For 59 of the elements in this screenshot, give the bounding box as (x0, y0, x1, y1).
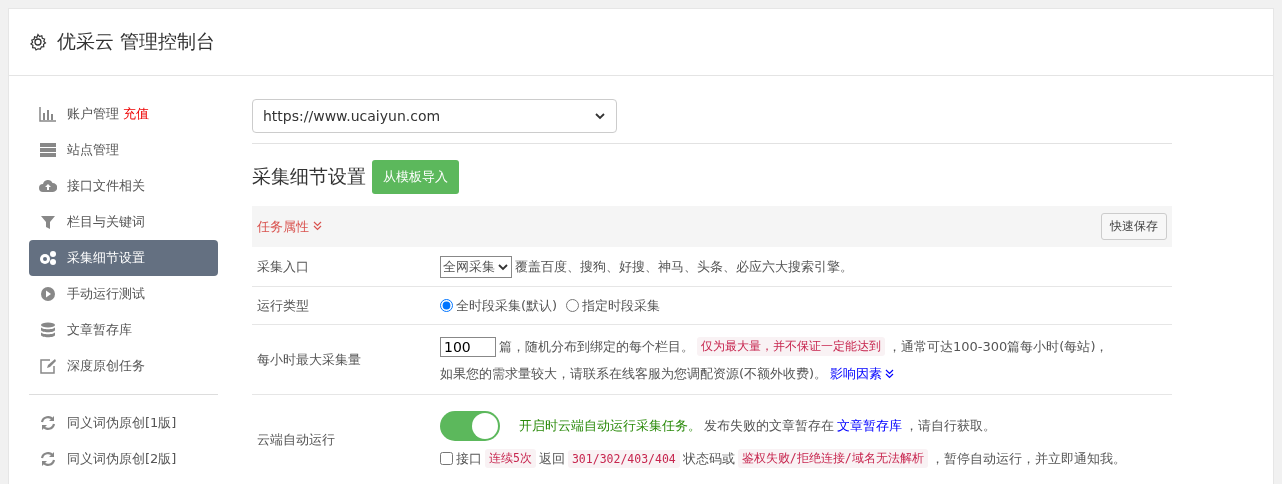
bar-chart-icon (39, 106, 57, 122)
sidebar-item[interactable]: 同义词伪原创[2版] (29, 441, 218, 477)
sidebar-item[interactable]: 手动运行测试 (29, 276, 218, 312)
sidebar-item[interactable]: 栏目与关键词 (29, 204, 218, 240)
caret-icon (497, 261, 509, 272)
quick-save-button[interactable]: 快速保存 (1101, 213, 1167, 240)
site-select[interactable]: https://www.ucaiyun.com (252, 99, 617, 133)
notify-text: 返回 (538, 449, 565, 468)
console-title: 优采云 管理控制台 (57, 29, 216, 54)
panel-toggle[interactable]: 任务属性 (257, 217, 323, 236)
storage-link[interactable]: 文章暂存库 (837, 417, 902, 435)
refresh-icon (39, 415, 57, 431)
server-icon (39, 142, 57, 158)
sidebar-item[interactable]: 采集细节设置 (29, 240, 218, 276)
sidebar-item[interactable]: 站点管理 (29, 132, 218, 168)
auto-run-toggle[interactable] (440, 411, 500, 441)
section-title: 采集细节设置 (252, 164, 366, 189)
radio-button[interactable] (566, 299, 580, 312)
refresh-icon (39, 451, 57, 467)
sidebar-item[interactable]: 深度原创任务 (29, 348, 218, 384)
notify-text: ，暂停自动运行，并立即通知我。 (930, 449, 1126, 468)
filter-icon (39, 214, 57, 230)
limit-note: 仅为最大量，并不保证一定能达到 (697, 337, 885, 356)
settings-icon (29, 33, 47, 51)
gears-icon (39, 250, 57, 266)
notify-text: 状态码或 (682, 449, 735, 468)
entry-select[interactable]: 全网采集 (440, 255, 512, 278)
notify-checkbox[interactable] (440, 452, 453, 465)
entry-description: 覆盖百度、搜狗、好搜、神马、头条、必应六大搜索引擎。 (515, 257, 853, 276)
radio-label: 全时段采集(默认) (456, 296, 558, 315)
cloud-upload-icon (39, 178, 57, 194)
field-label: 运行类型 (256, 296, 310, 315)
error-condition: 301/302/403/404 (567, 449, 680, 468)
play-icon (39, 286, 57, 302)
radio-button[interactable] (440, 299, 453, 312)
field-label: 采集入口 (256, 257, 310, 276)
failure-note: ，请自行获取。 (905, 417, 996, 435)
limit-description: 篇，随机分布到绑定的每个栏目。 (499, 337, 694, 356)
auto-run-description: 开启时云端自动运行采集任务。 (519, 417, 701, 435)
field-label: 每小时最大采集量 (256, 350, 362, 369)
sidebar-item[interactable]: 同义词伪原创[1版] (29, 405, 218, 441)
sidebar-item[interactable]: 文章暂存库 (29, 312, 218, 348)
error-condition: 鉴权失败/拒绝连接/域名无法解析 (737, 449, 928, 468)
edit-icon (39, 358, 57, 374)
double-chevron-icon (885, 368, 895, 379)
limit-description: ，通常可达100-300篇每小时(每站)， (888, 337, 1109, 356)
caret-icon (594, 111, 606, 121)
notify-text: 接口 (456, 449, 482, 468)
error-condition: 连续5次 (485, 449, 536, 468)
radio-label: 指定时段采集 (582, 296, 661, 315)
factors-link[interactable]: 影响因素 (830, 364, 883, 383)
failure-note: 发布失败的文章暂存在 (704, 417, 834, 435)
hourly-limit-input[interactable]: 100 (440, 336, 496, 357)
field-label: 云端自动运行 (256, 430, 336, 449)
sidebar-item[interactable]: 接口文件相关 (29, 168, 218, 204)
double-chevron-icon (313, 220, 323, 231)
resource-note: 如果您的需求量较大，请联系在线客服为您调配资源(不额外收费)。 (440, 364, 828, 383)
sidebar-item[interactable]: 账户管理 充值 (29, 96, 218, 132)
database-icon (39, 322, 57, 338)
